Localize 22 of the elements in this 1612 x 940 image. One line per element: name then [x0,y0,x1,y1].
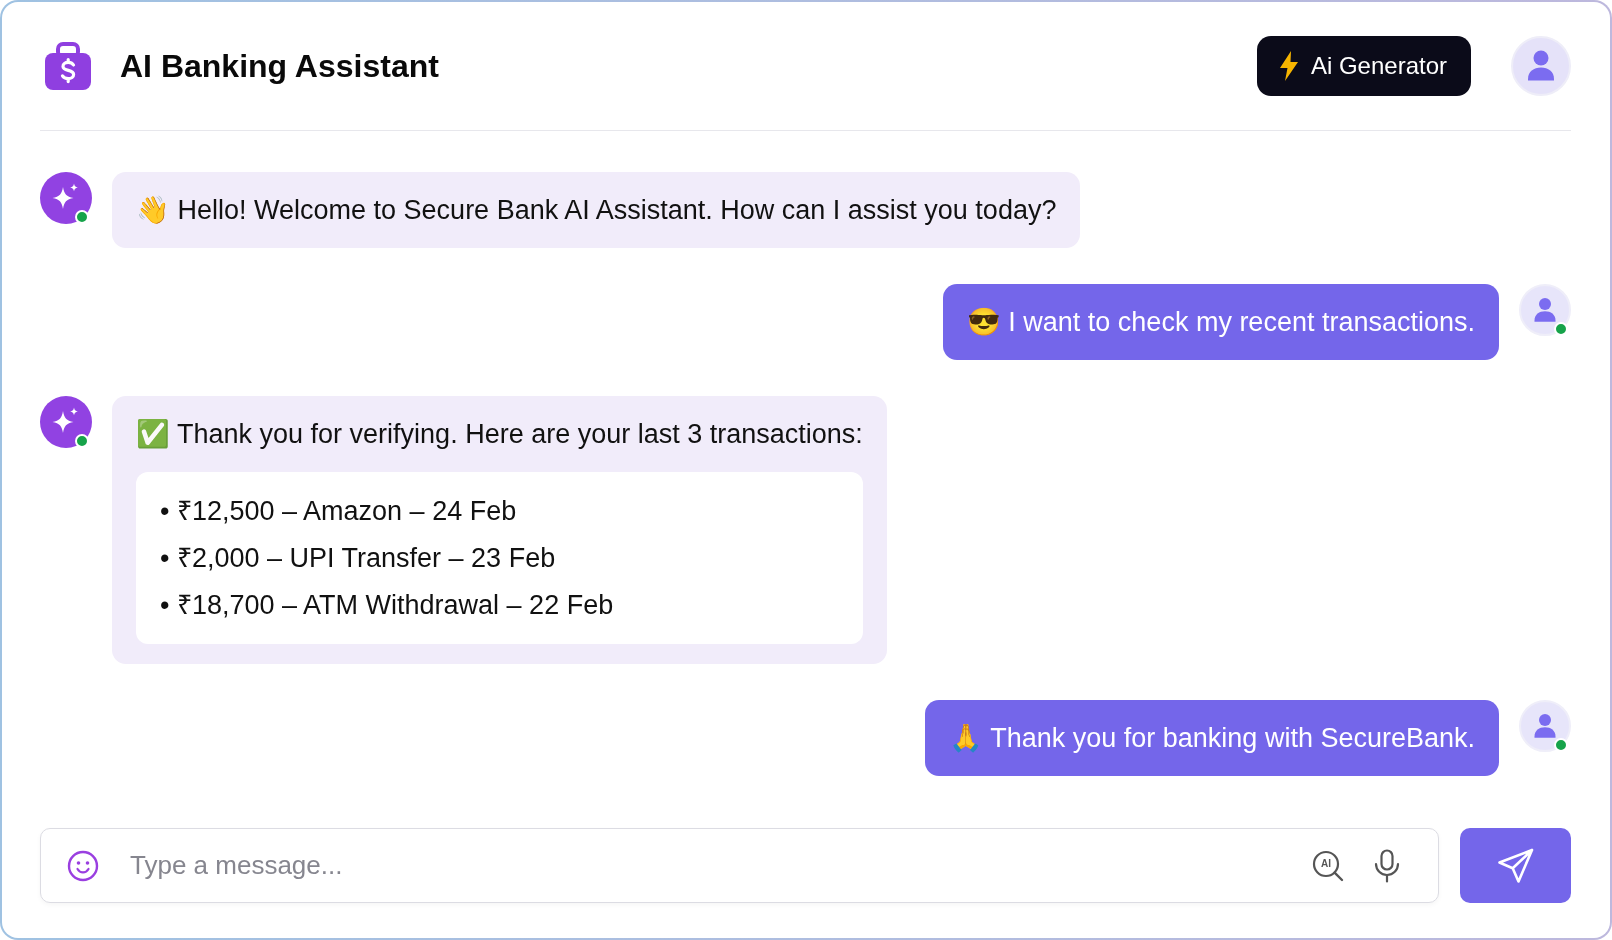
sparkle-avatar-icon [40,172,92,224]
user-avatar-icon[interactable] [1511,36,1571,96]
transaction-item: • ₹12,500 – Amazon – 24 Feb [160,495,518,528]
message-text: 👋 Hello! Welcome to Secure Bank AI Assistant. How can I assist you today? [136,194,1057,227]
app-title: AI Banking Assistant [120,47,439,85]
microphone-icon[interactable] [1373,848,1401,883]
magnifier-icon [1312,849,1344,882]
smiley-icon[interactable] [67,849,99,882]
briefcase-dollar-icon [44,42,92,90]
message-text: 😎 I want to check my recent transactions. [966,306,1475,339]
user-avatar-icon [1519,700,1571,752]
transaction-item: • ₹2,000 – UPI Transfer – 23 Feb [160,542,557,575]
send-button[interactable] [1460,828,1571,903]
message-input[interactable]: Type a message... AI [40,828,1439,903]
user-avatar-icon [1519,284,1571,336]
sparkle-avatar-icon [40,396,92,448]
message-text: 🙏 Thank you for banking with SecureBank. [949,722,1475,755]
ai-generator-button[interactable]: Ai Generator [1256,36,1471,96]
ai-search-button[interactable]: AI [1312,849,1344,882]
message-text: ✅ Thank you for verifying. Here are your last 3 transactions: [136,418,863,451]
lightning-icon [1279,51,1298,81]
transaction-item: • ₹18,700 – ATM Withdrawal – 22 Feb [160,589,615,622]
